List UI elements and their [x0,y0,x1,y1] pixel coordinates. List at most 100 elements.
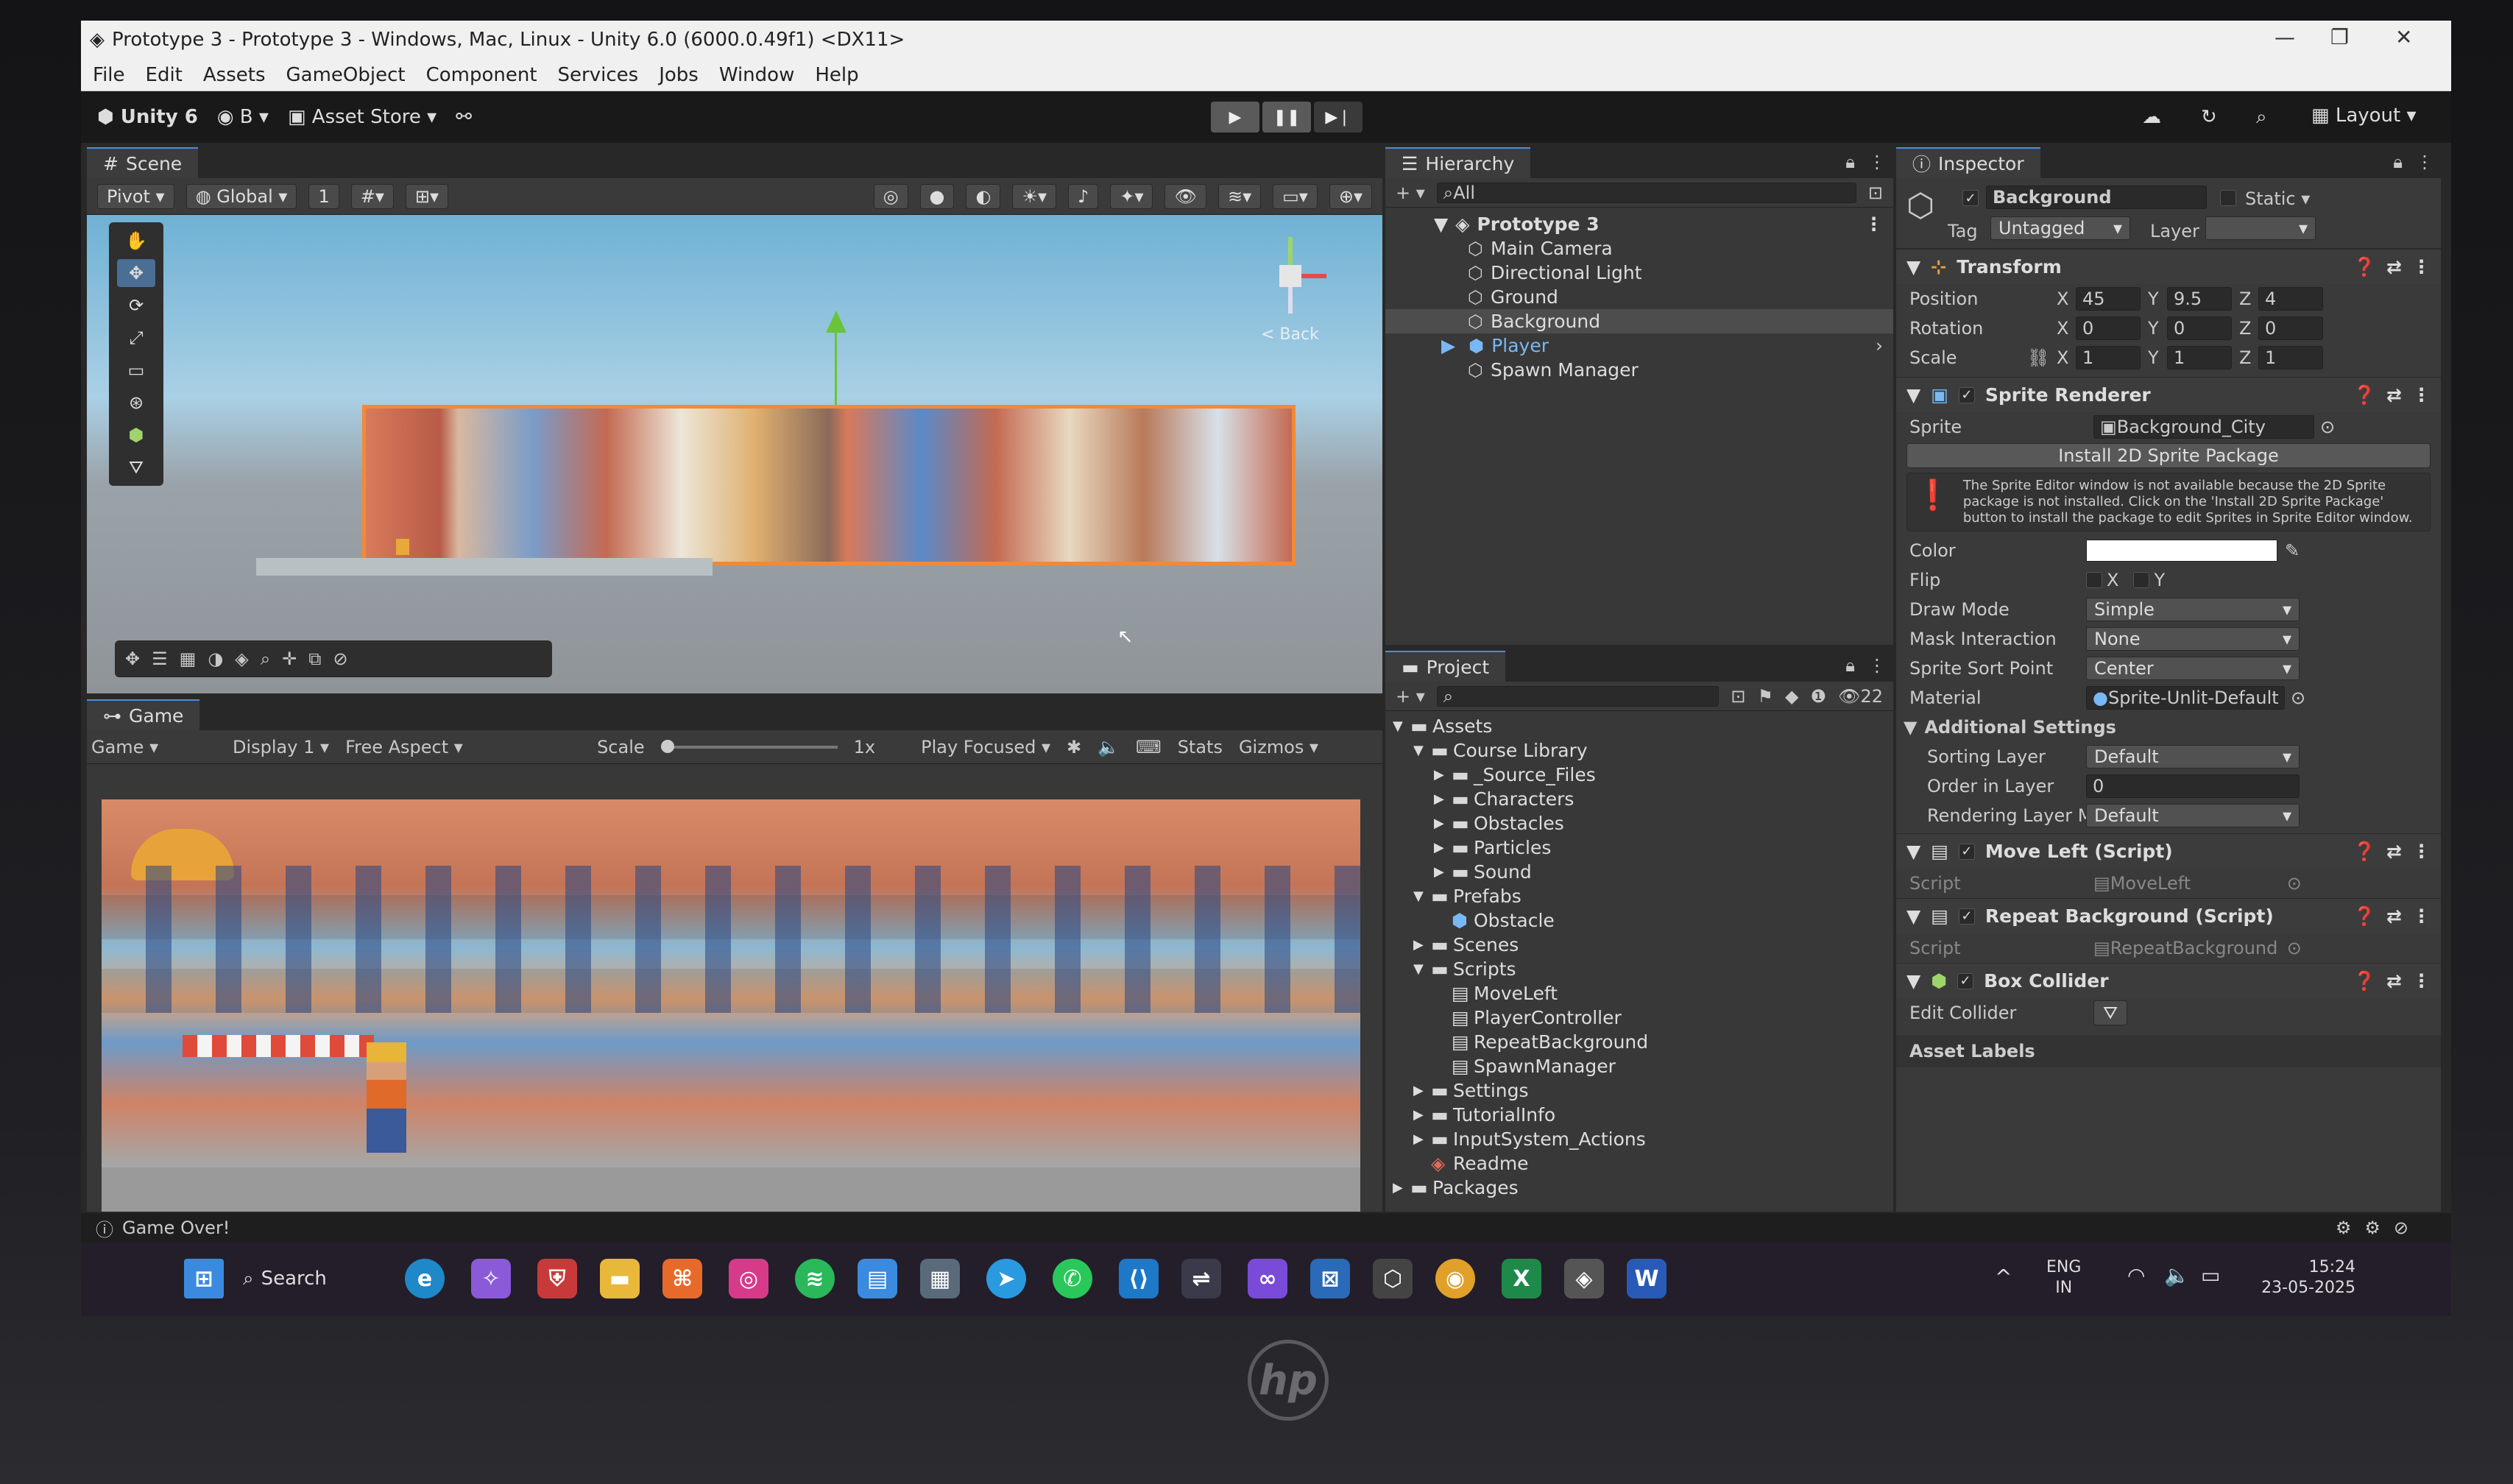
hierarchy-item[interactable]: ⬡ Main Camera [1385,236,1893,261]
menu-help[interactable]: Help [815,64,858,86]
expand-arrow-icon[interactable]: ▶ [1413,937,1431,953]
language-indicator[interactable]: ENG IN [2046,1257,2081,1298]
layout-dropdown[interactable]: ▦ Layout ▾ [2311,105,2417,127]
project-item-assets[interactable]: ▼ ▬ Assets [1385,714,1893,738]
app-diagram-icon[interactable]: ⊠ [1310,1259,1350,1298]
lock-icon[interactable]: 🔒︎ [2393,152,2403,172]
lighting-icon[interactable]: ☀▾ [1012,183,1056,209]
tab-hierarchy[interactable]: ☰ Hierarchy [1385,147,1531,178]
tab-inspector[interactable]: ⓘ Inspector [1896,147,2040,178]
kebab-menu-icon[interactable]: ⋮ [2416,152,2434,172]
layer-dropdown[interactable]: ▾ [2205,216,2316,240]
position-z-field[interactable]: 4 [2258,287,2323,311]
unity-hub-icon[interactable]: ⬡ [1373,1259,1413,1298]
unity-editor-taskbar-icon[interactable]: ◈ [1564,1259,1604,1298]
component-menu-icon[interactable]: ⋮ [2412,384,2431,406]
component-menu-icon[interactable]: ⋮ [2412,970,2431,992]
repeat-background-header[interactable]: ▼ ▤ ✓ Repeat Background (Script) ❓ ⇄ ⋮ [1896,898,2441,933]
project-search-input[interactable]: ⌕ [1436,685,1719,707]
expand-arrow-icon[interactable]: ▶ [1413,1131,1431,1147]
tab-scene[interactable]: # Scene [87,147,199,178]
static-checkbox[interactable] [2220,190,2236,206]
rotation-x-field[interactable]: 0 [2076,317,2141,340]
lock-icon[interactable]: 🔒︎ [1845,655,1855,676]
back-label[interactable]: < Back [1261,325,1319,344]
transform-header[interactable]: ▼ ⊹ Transform ❓ ⇄ ⋮ [1896,249,2441,284]
project-item-course-library[interactable]: ▼ ▬ Course Library [1385,738,1893,763]
expand-arrow-icon[interactable]: ▼ [1434,213,1448,235]
project-item-particles[interactable]: ▶ ▬ Particles [1385,835,1893,860]
telegram-icon[interactable]: ➤ [986,1259,1026,1298]
scale-slider[interactable] [660,739,838,753]
taskbar-search[interactable]: ⌕ Search [243,1262,390,1296]
account-button[interactable]: ◉ B ▾ [217,106,269,128]
project-item-moveleft[interactable]: ▤ MoveLeft [1385,981,1893,1006]
close-button[interactable]: ✕ [2395,25,2412,49]
rotation-y-field[interactable]: 0 [2167,317,2232,340]
chrome-icon[interactable]: ◉ [1435,1259,1475,1298]
order-in-layer-field[interactable]: 0 [2086,774,2300,798]
unity-account-button[interactable]: ⬢ Unity 6 [97,106,198,128]
static-dropdown[interactable]: Static ▾ [2245,188,2310,209]
visual-studio-icon[interactable]: ∞ [1248,1259,1287,1298]
windows-start-icon[interactable]: ⊞ [184,1259,224,1298]
overlay-grid-icon[interactable]: ▦ [180,649,197,669]
kebab-menu-icon[interactable]: ⋮ [1868,655,1886,676]
expand-arrow-icon[interactable]: ▶ [1413,1107,1431,1123]
help-icon[interactable]: ❓ [2353,841,2376,863]
move-left-enabled-checkbox[interactable]: ✓ [1958,843,1975,860]
scale-x-field[interactable]: 1 [2076,346,2141,370]
cloud-icon[interactable]: ☁ [2142,106,2161,128]
effects-icon[interactable]: ✦▾ [1110,183,1153,209]
project-item-repeatbackground[interactable]: ▤ RepeatBackground [1385,1030,1893,1054]
minimize-button[interactable]: — [2275,25,2295,49]
component-menu-icon[interactable]: ⋮ [2412,841,2431,862]
project-item-source-files[interactable]: ▶ ▬ _Source_Files [1385,763,1893,787]
expand-arrow-icon[interactable]: ▼ [1393,718,1410,734]
snap-toggle-icon[interactable]: ⊞▾ [405,183,449,209]
overlay-pivot-icon[interactable]: ✛ [282,649,297,669]
component-menu-icon[interactable]: ⋮ [2412,256,2431,278]
tab-game[interactable]: ⊶ Game [87,699,200,730]
project-item-playercontroller[interactable]: ▤ PlayerController [1385,1006,1893,1030]
wifi-icon[interactable]: ◠ [2127,1263,2145,1287]
object-name-field[interactable]: Background [1986,186,2207,209]
hierarchy-search-input[interactable]: ⌕ All [1436,182,1856,203]
stats-button[interactable]: Stats [1178,737,1223,757]
position-y-field[interactable]: 9.5 [2167,287,2232,311]
project-item-characters[interactable]: ▶ ▬ Characters [1385,787,1893,811]
volume-icon[interactable]: 🔈 [2164,1263,2190,1287]
hierarchy-item-selected[interactable]: ⬡ Background [1385,309,1893,333]
mask-interaction-dropdown[interactable]: None ▾ [2086,627,2300,651]
move-tool-icon[interactable]: ✥ [117,259,155,287]
prefab-arrow-icon[interactable]: › [1876,335,1883,356]
search-by-type-icon[interactable]: ⊡ [1731,686,1745,707]
spotify-icon[interactable]: ≋ [795,1259,835,1298]
expand-arrow-icon[interactable]: ▼ [1413,743,1431,758]
collapse-arrow-icon[interactable]: ▼ [1906,384,1920,406]
warning-icon[interactable]: ❶ [1810,686,1826,707]
scale-tool-icon[interactable]: ⤢ [117,324,155,352]
battery-icon[interactable]: ▭ [2201,1263,2220,1287]
project-item-readme[interactable]: ◈ Readme [1385,1151,1893,1176]
hierarchy-item[interactable]: ⬡ Ground [1385,285,1893,309]
play-focused-dropdown[interactable]: Play Focused ▾ [921,737,1050,757]
sprite-renderer-enabled-checkbox[interactable]: ✓ [1958,386,1975,403]
project-item-spawnmanager[interactable]: ▤ SpawnManager [1385,1054,1893,1078]
sprite-sort-point-dropdown[interactable]: Center ▾ [2086,657,2300,680]
project-item-prefabs[interactable]: ▼ ▬ Prefabs [1385,884,1893,908]
notepad-icon[interactable]: ▤ [858,1259,897,1298]
hidden-count[interactable]: 👁22 [1838,686,1883,707]
scene-root-row[interactable]: ▼ ◈ Prototype 3 ⋮ [1385,212,1893,236]
collapse-arrow-icon[interactable]: ▼ [1906,841,1920,862]
instagram-icon[interactable]: ◎ [729,1259,768,1298]
expand-arrow-icon[interactable]: ▶ [1434,791,1452,807]
draw-mode-dropdown[interactable]: Simple ▾ [2086,598,2300,621]
menu-component[interactable]: Component [426,64,537,86]
background-sprite[interactable] [362,405,1296,565]
label-icon[interactable]: ◆ [1785,686,1798,707]
edit-collider-button[interactable]: ⛛ [2093,1000,2128,1025]
rotate-tool-icon[interactable]: ⟳ [117,292,155,319]
excel-icon[interactable]: X [1502,1259,1541,1298]
whatsapp-icon[interactable]: ✆ [1053,1259,1092,1298]
